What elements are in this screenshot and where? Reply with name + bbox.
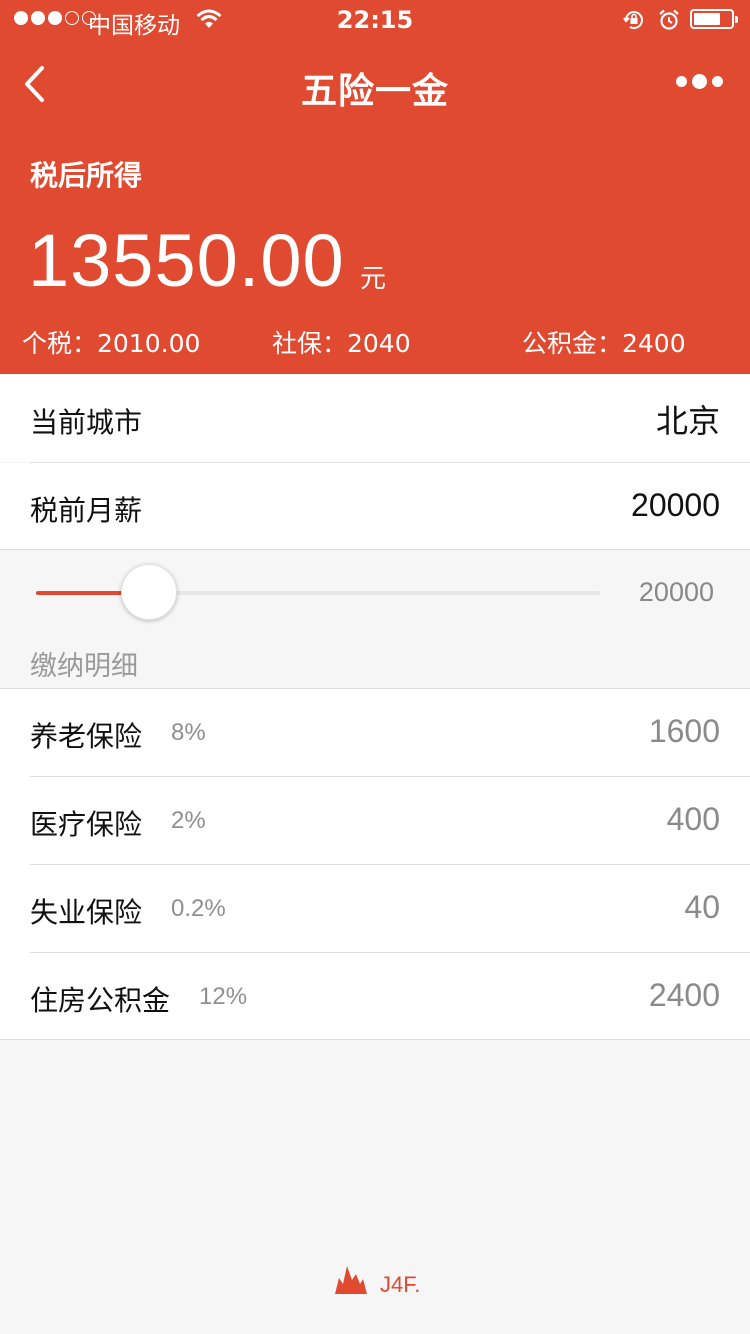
city-label: 当前城市 — [30, 406, 143, 439]
header: 中国移动 22:15 五险一金 税后所得 13550.00 元 个税：2010.… — [0, 0, 750, 374]
insurance-rate: 8% — [171, 719, 206, 746]
brand-name: J4F. — [380, 1272, 421, 1297]
insurance-name: 住房公积金 — [30, 984, 171, 1017]
battery-icon — [690, 9, 738, 29]
currency-unit: 元 — [360, 264, 387, 294]
more-icon[interactable] — [676, 74, 723, 89]
insurance-amount: 1600 — [648, 713, 720, 749]
insurance-name: 医疗保险 — [30, 808, 143, 841]
insurance-amount: 40 — [684, 889, 720, 925]
insurance-rate: 0.2% — [171, 895, 226, 922]
insurance-name: 养老保险 — [30, 720, 143, 753]
after-tax-label: 税后所得 — [30, 159, 143, 192]
insurance-rate: 2% — [171, 807, 206, 834]
insurance-name: 失业保险 — [30, 896, 143, 929]
page-title: 五险一金 — [300, 71, 449, 112]
alarm-icon — [659, 9, 679, 30]
slider-value: 20000 — [638, 577, 714, 607]
salary-slider-thumb[interactable] — [120, 564, 177, 620]
list-item: 养老保险 8% 1600 — [0, 689, 750, 777]
salary-row[interactable]: 税前月薪 20000 — [0, 463, 750, 549]
salary-value[interactable]: 20000 — [631, 487, 720, 524]
insurance-rate: 12% — [199, 983, 248, 1010]
after-tax-amount: 13550.00 — [28, 219, 345, 302]
navigation-bar: 五险一金 — [0, 40, 750, 128]
insurance-amount: 2400 — [648, 977, 720, 1013]
income-tax-summary: 个税：2010.00 — [22, 329, 201, 358]
salary-label: 税前月薪 — [30, 494, 143, 527]
brand-logo-icon — [335, 1266, 367, 1294]
status-bar: 中国移动 22:15 — [0, 0, 750, 40]
salary-slider-area: 20000 缴纳明细 — [0, 549, 750, 688]
social-insurance-summary: 社保：2040 — [272, 329, 411, 358]
insurance-amount: 400 — [666, 801, 720, 837]
list-item: 医疗保险 2% 400 — [0, 777, 750, 865]
details-section-title: 缴纳明细 — [30, 651, 138, 682]
rotation-lock-icon — [623, 11, 643, 30]
housing-fund-summary: 公积金：2400 — [522, 329, 686, 358]
list-item: 住房公积金 12% 2400 — [0, 953, 750, 1039]
city-row[interactable]: 当前城市 北京 — [0, 374, 750, 462]
divider — [0, 1039, 750, 1040]
city-value: 北京 — [655, 402, 720, 440]
list-item: 失业保险 0.2% 40 — [0, 865, 750, 953]
